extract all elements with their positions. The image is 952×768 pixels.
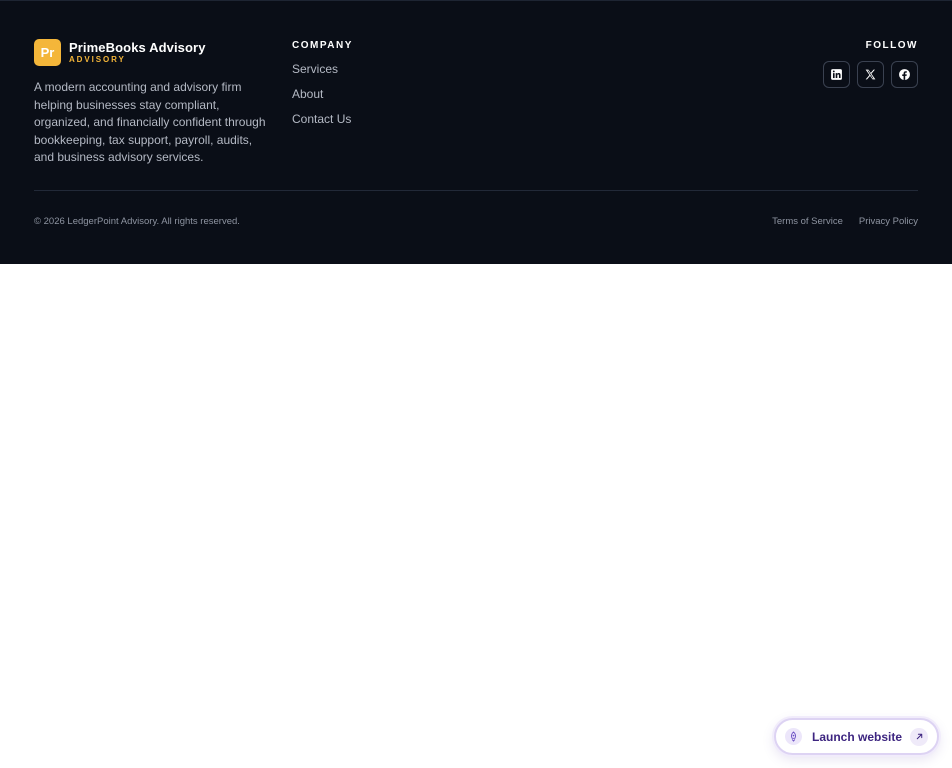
about-link[interactable]: About — [292, 87, 323, 101]
privacy-link[interactable]: Privacy Policy — [859, 216, 918, 227]
footer-divider — [34, 190, 918, 191]
launch-website-label: Launch website — [812, 729, 903, 744]
follow-heading: FOLLOW — [865, 40, 918, 51]
brand-description: A modern accounting and advisory firm he… — [34, 80, 266, 164]
facebook-icon — [899, 69, 910, 80]
list-item: Services — [292, 60, 353, 85]
contact-us-link[interactable]: Contact Us — [292, 112, 351, 126]
x-button[interactable] — [857, 61, 884, 88]
brand-logo[interactable]: Pr PrimeBooks Advisory ADVISORY — [34, 39, 206, 66]
brand-name: PrimeBooks Advisory — [69, 40, 206, 55]
company-heading: COMPANY — [292, 40, 353, 51]
logo-badge: Pr — [34, 39, 61, 66]
facebook-button[interactable] — [891, 61, 918, 88]
services-link[interactable]: Services — [292, 62, 338, 76]
site-footer: Pr PrimeBooks Advisory ADVISORY A modern… — [0, 0, 952, 264]
social-links — [823, 61, 918, 88]
brand-subtitle: ADVISORY — [69, 55, 126, 64]
linkedin-icon — [831, 69, 842, 80]
arrow-up-right-icon — [910, 727, 928, 746]
list-item: Contact Us — [292, 110, 353, 135]
x-twitter-icon — [865, 69, 876, 80]
company-column: COMPANY Services About Contact Us — [292, 40, 353, 135]
company-links: Services About Contact Us — [292, 60, 353, 135]
legal-links: Terms of Service Privacy Policy — [772, 216, 918, 227]
follow-column: FOLLOW — [823, 40, 918, 88]
list-item: About — [292, 85, 353, 110]
terms-link[interactable]: Terms of Service — [772, 216, 843, 227]
linkedin-button[interactable] — [823, 61, 850, 88]
launch-website-button[interactable]: Launch website — [774, 718, 939, 755]
brand-text: PrimeBooks Advisory ADVISORY — [69, 41, 206, 64]
copyright-text: © 2026 LedgerPoint Advisory. All rights … — [34, 216, 240, 227]
rocket-icon — [785, 728, 802, 745]
